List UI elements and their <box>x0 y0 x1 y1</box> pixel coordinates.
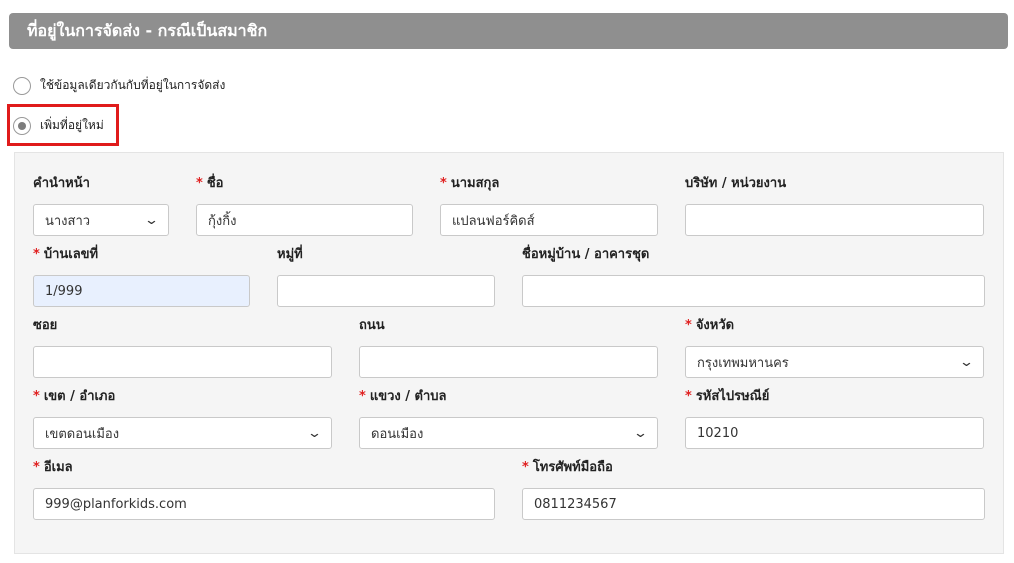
field-province: * จังหวัด กรุงเทพมหานคร ⌄ <box>685 317 984 378</box>
field-village: ชื่อหมู่บ้าน / อาคารชุด <box>522 246 985 307</box>
subdistrict-select[interactable]: ดอนเมือง ⌄ <box>359 417 658 449</box>
subdistrict-label: * แขวง / ตำบล <box>359 389 447 404</box>
soi-label: ซอย <box>33 318 58 333</box>
email-value: 999@planforkids.com <box>45 496 187 512</box>
province-value: กรุงเทพมหานคร <box>697 355 789 371</box>
field-last-name: * นามสกุล แปลนฟอร์คิดส์ <box>440 175 658 236</box>
radio-selected-dot <box>18 121 26 130</box>
moo-label: หมู่ที่ <box>277 247 303 262</box>
village-label: ชื่อหมู่บ้าน / อาคารชุด <box>522 247 650 262</box>
chevron-down-icon: ⌄ <box>143 212 160 228</box>
postcode-input[interactable]: 10210 <box>685 417 984 449</box>
company-input[interactable] <box>685 204 984 236</box>
required-mark: * <box>522 460 529 475</box>
field-soi: ซอย <box>33 317 332 378</box>
option-same-address-label: ใช้ข้อมูลเดียวกันกับที่อยู่ในการจัดส่ง <box>40 78 226 92</box>
field-subdistrict: * แขวง / ตำบล ดอนเมือง ⌄ <box>359 388 658 449</box>
last-name-input[interactable]: แปลนฟอร์คิดส์ <box>440 204 658 236</box>
district-label: * เขต / อำเภอ <box>33 389 116 404</box>
road-label: ถนน <box>359 318 385 333</box>
subdistrict-value: ดอนเมือง <box>371 426 424 442</box>
required-mark: * <box>33 460 40 475</box>
option-new-address[interactable]: เพิ่มที่อยู่ใหม่ <box>13 116 104 135</box>
required-mark: * <box>359 389 366 404</box>
radio-same-address[interactable] <box>13 76 31 95</box>
required-mark: * <box>33 389 40 404</box>
field-district: * เขต / อำเภอ เขตดอนเมือง ⌄ <box>33 388 332 449</box>
province-label: * จังหวัด <box>685 318 735 333</box>
village-input[interactable] <box>522 275 985 307</box>
field-title-prefix: คำนำหน้า นางสาว ⌄ <box>33 175 169 236</box>
email-label: * อีเมล <box>33 460 73 475</box>
section-title: ที่อยู่ในการจัดส่ง - กรณีเป็นสมาชิก <box>27 20 268 40</box>
moo-input[interactable] <box>277 275 495 307</box>
email-input[interactable]: 999@planforkids.com <box>33 488 495 520</box>
house-no-input[interactable]: 1/999 <box>33 275 250 307</box>
section-header: ที่อยู่ในการจัดส่ง - กรณีเป็นสมาชิก <box>9 13 1008 49</box>
mobile-value: 0811234567 <box>534 496 617 512</box>
field-moo: หมู่ที่ <box>277 246 495 307</box>
first-name-input[interactable]: กุ้งกิ้ง <box>196 204 413 236</box>
district-value: เขตดอนเมือง <box>45 426 120 442</box>
soi-input[interactable] <box>33 346 332 378</box>
last-name-label: * นามสกุล <box>440 176 500 191</box>
company-label: บริษัท / หน่วยงาน <box>685 176 787 191</box>
address-form-panel: คำนำหน้า นางสาว ⌄ * ชื่อ กุ้งกิ้ง * นามสกุ… <box>14 152 1004 554</box>
field-first-name: * ชื่อ กุ้งกิ้ง <box>196 175 413 236</box>
province-select[interactable]: กรุงเทพมหานคร ⌄ <box>685 346 984 378</box>
title-prefix-value: นางสาว <box>45 213 91 229</box>
field-road: ถนน <box>359 317 658 378</box>
house-no-value: 1/999 <box>45 283 83 299</box>
postcode-value: 10210 <box>697 425 739 441</box>
road-input[interactable] <box>359 346 658 378</box>
option-new-address-label: เพิ่มที่อยู่ใหม่ <box>40 118 104 132</box>
postcode-label: * รหัสไปรษณีย์ <box>685 389 770 404</box>
required-mark: * <box>196 176 203 191</box>
required-mark: * <box>440 176 447 191</box>
option-same-address[interactable]: ใช้ข้อมูลเดียวกันกับที่อยู่ในการจัดส่ง <box>13 76 225 95</box>
house-no-label: * บ้านเลขที่ <box>33 247 99 262</box>
chevron-down-icon: ⌄ <box>306 425 323 441</box>
last-name-value: แปลนฟอร์คิดส์ <box>452 213 535 229</box>
radio-new-address[interactable] <box>13 116 31 135</box>
chevron-down-icon: ⌄ <box>632 425 649 441</box>
mobile-input[interactable]: 0811234567 <box>522 488 985 520</box>
title-prefix-label: คำนำหน้า <box>33 176 90 191</box>
required-mark: * <box>685 318 692 333</box>
first-name-value: กุ้งกิ้ง <box>208 213 237 229</box>
district-select[interactable]: เขตดอนเมือง ⌄ <box>33 417 332 449</box>
field-house-no: * บ้านเลขที่ 1/999 <box>33 246 250 307</box>
field-mobile: * โทรศัพท์มือถือ 0811234567 <box>522 459 985 520</box>
first-name-label: * ชื่อ <box>196 176 224 191</box>
field-postcode: * รหัสไปรษณีย์ 10210 <box>685 388 984 449</box>
title-prefix-select[interactable]: นางสาว ⌄ <box>33 204 169 236</box>
required-mark: * <box>33 247 40 262</box>
chevron-down-icon: ⌄ <box>958 354 975 370</box>
field-email: * อีเมล 999@planforkids.com <box>33 459 495 520</box>
field-company: บริษัท / หน่วยงาน <box>685 175 984 236</box>
required-mark: * <box>685 389 692 404</box>
mobile-label: * โทรศัพท์มือถือ <box>522 460 613 475</box>
